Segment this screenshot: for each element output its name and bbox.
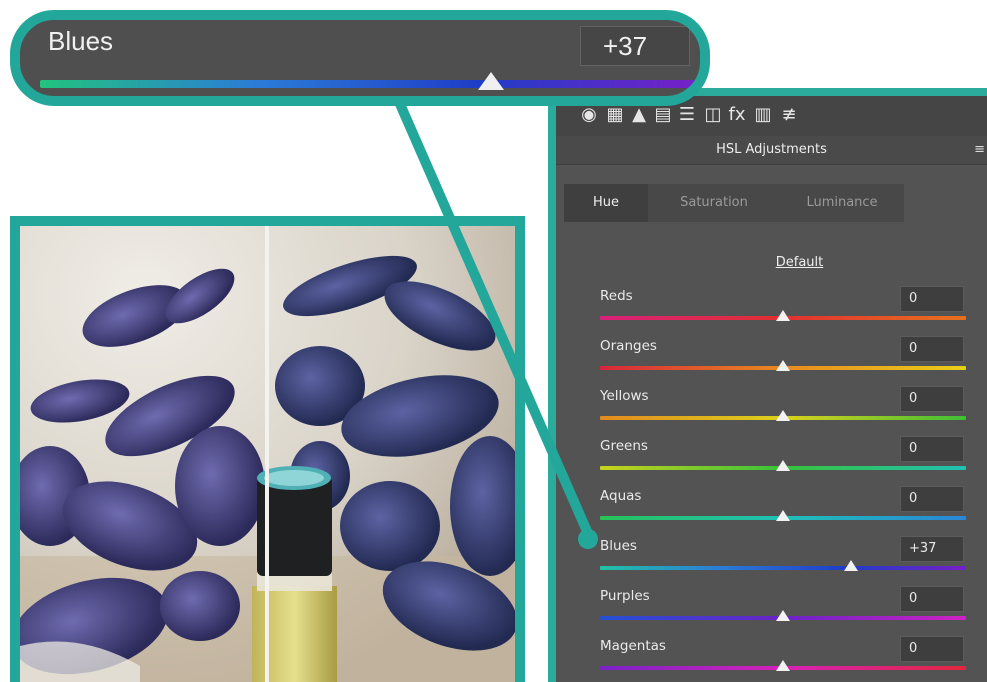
mountain-icon[interactable]: ▲	[628, 103, 650, 127]
hsl-icon[interactable]: ▤	[652, 103, 674, 127]
camera-calibration-icon[interactable]: ▥	[752, 103, 774, 127]
before-after-preview	[10, 216, 525, 682]
purples-slider-thumb[interactable]	[776, 610, 790, 621]
yellows-label: Yellows	[600, 388, 649, 404]
slider-row-blues: Blues +37	[600, 536, 979, 586]
callout-slider-thumb[interactable]	[477, 72, 504, 90]
magentas-label: Magentas	[600, 638, 666, 654]
hsl-panel: ◉ ▦ ▲ ▤ ☰ ◫ fx ▥ ≢ HSL Adjustments ≡ Hue Saturat…	[556, 96, 987, 682]
hsl-panel-frame: ◉ ▦ ▲ ▤ ☰ ◫ fx ▥ ≢ HSL Adjustments ≡ Hue Saturat…	[548, 88, 987, 682]
purples-label: Purples	[600, 588, 650, 604]
slider-row-reds: Reds 0	[600, 286, 979, 336]
tab-luminance[interactable]: Luminance	[780, 184, 904, 222]
blues-label: Blues	[600, 538, 637, 554]
blues-value-field[interactable]: +37	[900, 536, 964, 562]
reds-slider-thumb[interactable]	[776, 310, 790, 321]
magentas-slider-thumb[interactable]	[776, 660, 790, 671]
before-after-divider[interactable]	[265, 226, 269, 682]
yellows-value-field[interactable]: 0	[900, 386, 964, 412]
fx-icon[interactable]: fx	[726, 103, 748, 127]
aperture-icon[interactable]: ◉	[578, 103, 600, 127]
oranges-label: Oranges	[600, 338, 657, 354]
magentas-value-field[interactable]: 0	[900, 636, 964, 662]
greens-value-field[interactable]: 0	[900, 436, 964, 462]
grid-icon[interactable]: ▦	[604, 103, 626, 127]
aquas-slider-thumb[interactable]	[776, 510, 790, 521]
callout-label: Blues	[48, 26, 114, 56]
reds-value-field[interactable]: 0	[900, 286, 964, 312]
greens-slider-thumb[interactable]	[776, 460, 790, 471]
slider-row-magentas: Magentas 0	[600, 636, 979, 682]
default-link[interactable]: Default	[720, 255, 824, 270]
presets-icon[interactable]: ≢	[778, 103, 800, 127]
greens-label: Greens	[600, 438, 648, 454]
slider-row-oranges: Oranges 0	[600, 336, 979, 386]
blues-slider-track[interactable]	[600, 566, 966, 570]
slider-row-yellows: Yellows 0	[600, 386, 979, 436]
lens-icon[interactable]: ◫	[702, 103, 724, 127]
slider-row-greens: Greens 0	[600, 436, 979, 486]
callout-slider-track[interactable]	[40, 80, 698, 88]
oranges-slider-thumb[interactable]	[776, 360, 790, 371]
yellows-slider-thumb[interactable]	[776, 410, 790, 421]
reds-label: Reds	[600, 288, 633, 304]
panel-title: HSL Adjustments	[556, 136, 987, 165]
purples-value-field[interactable]: 0	[900, 586, 964, 612]
split-tone-icon[interactable]: ☰	[676, 103, 698, 127]
blues-zoom-callout: Blues +37	[10, 10, 710, 106]
blues-slider-thumb[interactable]	[843, 560, 858, 571]
oranges-value-field[interactable]: 0	[900, 336, 964, 362]
callout-value-field[interactable]: +37	[580, 26, 690, 66]
tab-hue[interactable]: Hue	[564, 184, 648, 222]
slider-row-aquas: Aquas 0	[600, 486, 979, 536]
slider-row-purples: Purples 0	[600, 586, 979, 636]
panel-menu-icon[interactable]: ≡	[974, 136, 985, 164]
tab-saturation[interactable]: Saturation	[648, 184, 780, 222]
hsl-tabs: Hue Saturation Luminance	[556, 184, 987, 222]
default-link-wrap: Default	[556, 251, 987, 270]
aquas-value-field[interactable]: 0	[900, 486, 964, 512]
aquas-label: Aquas	[600, 488, 642, 504]
